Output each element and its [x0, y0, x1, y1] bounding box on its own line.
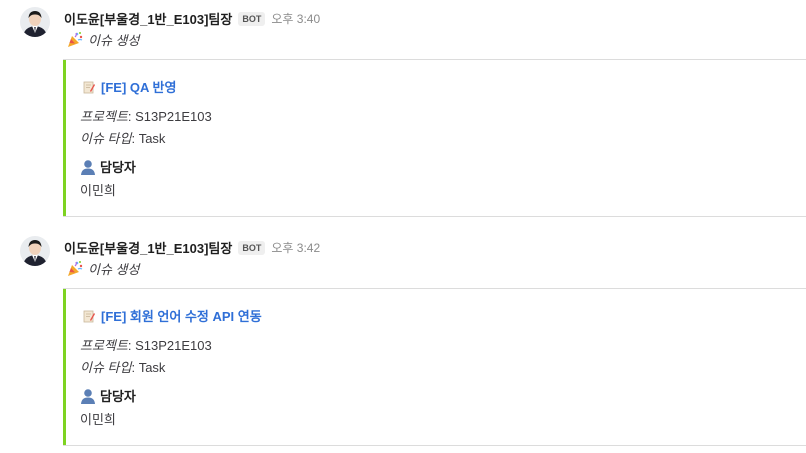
project-sep: :	[127, 338, 136, 353]
project-value: S13P21E103	[135, 338, 212, 353]
avatar[interactable]	[20, 7, 50, 37]
post: 이도윤[부울경_1반_E103]팀장 BOT 오후 3:42 이슈 생성 [FE…	[0, 229, 806, 453]
issue-title: [FE] 회원 언어 수정 API 연동	[101, 309, 262, 324]
issue-type-sep: :	[131, 131, 139, 146]
issue-title-link[interactable]: [FE] 회원 언어 수정 API 연동	[83, 306, 262, 325]
bot-badge: BOT	[238, 240, 266, 255]
post: 이도윤[부울경_1반_E103]팀장 BOT 오후 3:40 이슈 생성 [FE…	[0, 0, 806, 228]
timestamp[interactable]: 오후 3:40	[271, 12, 320, 26]
party-popper-icon	[66, 31, 84, 49]
issue-type-sep: :	[131, 360, 139, 375]
message-text: 이슈 생성	[66, 30, 139, 49]
issue-type-key: 이슈 타입	[80, 360, 132, 375]
party-popper-icon	[66, 260, 84, 278]
person-icon	[80, 159, 96, 175]
project-value: S13P21E103	[135, 109, 212, 124]
issue-type-value: Task	[138, 131, 166, 146]
post-header: 이도윤[부울경_1반_E103]팀장 BOT 오후 3:40	[64, 9, 320, 27]
issue-card: [FE] 회원 언어 수정 API 연동 프로젝트: S13P21E103 이슈…	[63, 288, 806, 446]
assignee-label-text: 담당자	[100, 160, 136, 175]
project-key: 프로젝트	[80, 338, 128, 353]
project-field: 프로젝트: S13P21E103	[80, 335, 212, 354]
issue-type-field: 이슈 타입: Task	[80, 357, 165, 376]
issue-title: [FE] QA 반영	[101, 80, 177, 95]
message-text: 이슈 생성	[66, 259, 139, 278]
assignee-value: 이민희	[80, 412, 116, 427]
username[interactable]: 이도윤[부울경_1반_E103]팀장	[64, 12, 232, 27]
issue-type-key: 이슈 타입	[80, 131, 132, 146]
project-sep: :	[127, 109, 136, 124]
timestamp[interactable]: 오후 3:42	[271, 241, 320, 255]
person-icon	[80, 388, 96, 404]
card-accent-bar	[63, 289, 66, 445]
avatar[interactable]	[20, 236, 50, 266]
bot-badge: BOT	[238, 11, 266, 26]
assignee-value: 이민희	[80, 183, 116, 198]
username[interactable]: 이도윤[부울경_1반_E103]팀장	[64, 241, 232, 256]
message-label: 이슈 생성	[88, 33, 140, 48]
memo-icon	[83, 310, 95, 323]
assignee-label: 담당자	[80, 386, 136, 405]
memo-icon	[83, 81, 95, 94]
issue-type-value: Task	[138, 360, 166, 375]
post-header: 이도윤[부울경_1반_E103]팀장 BOT 오후 3:42	[64, 238, 320, 256]
issue-card: [FE] QA 반영 프로젝트: S13P21E103 이슈 타입: Task …	[63, 59, 806, 217]
issue-type-field: 이슈 타입: Task	[80, 128, 165, 147]
message-label: 이슈 생성	[88, 262, 140, 277]
project-key: 프로젝트	[80, 109, 128, 124]
project-field: 프로젝트: S13P21E103	[80, 106, 212, 125]
issue-title-link[interactable]: [FE] QA 반영	[83, 77, 176, 96]
card-accent-bar	[63, 60, 66, 216]
assignee-label: 담당자	[80, 157, 136, 176]
assignee-label-text: 담당자	[100, 389, 136, 404]
